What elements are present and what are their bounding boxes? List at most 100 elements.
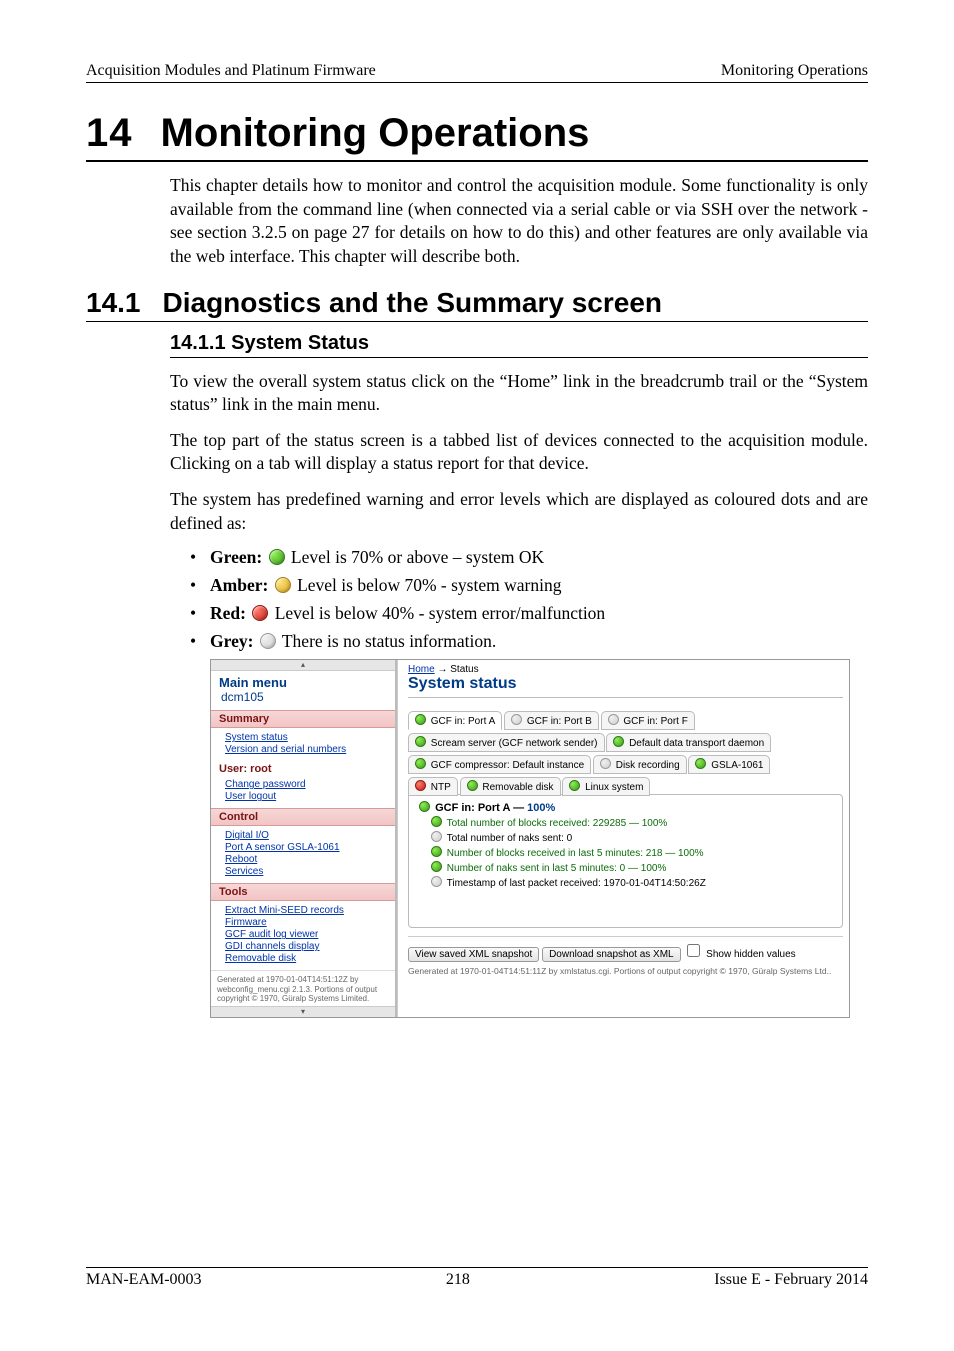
panel-line: Timestamp of last packet received: 1970-… <box>447 878 706 889</box>
green-dot-icon <box>269 549 285 565</box>
status-dot-icon <box>415 736 426 747</box>
level-amber-desc: Level is below 70% - system warning <box>297 575 561 595</box>
tab-label: NTP <box>431 782 451 793</box>
panel-title-text: GCF in: Port A — <box>435 802 527 814</box>
status-dot-icon <box>608 714 619 725</box>
status-dot-icon <box>613 736 624 747</box>
sidebar-item-gcf-audit[interactable]: GCF audit log viewer <box>225 929 387 940</box>
breadcrumb: Home → Status <box>408 664 843 675</box>
scroll-down-icon[interactable]: ▾ <box>211 1006 395 1017</box>
tab-default-data-transport[interactable]: Default data transport daemon <box>606 733 771 752</box>
generated-line: Generated at 1970-01-04T14:51:11Z by xml… <box>408 966 843 976</box>
tab-gcf-port-a[interactable]: GCF in: Port A <box>408 711 502 730</box>
header-left: Acquisition Modules and Platinum Firmwar… <box>86 62 376 80</box>
tab-label: Disk recording <box>616 760 680 771</box>
tab-label: GCF in: Port F <box>623 716 687 727</box>
status-panel: GCF in: Port A — 100% Total number of bl… <box>408 794 843 928</box>
download-snapshot-button[interactable]: Download snapshot as XML <box>542 947 681 962</box>
sidebar-heading-tools: Tools <box>211 883 395 901</box>
section-number: 14.1 <box>86 287 141 319</box>
level-amber-label: Amber: <box>210 575 268 595</box>
panel-line: Number of naks sent in last 5 minutes: 0… <box>447 863 667 874</box>
tab-linux-system[interactable]: Linux system <box>562 777 650 796</box>
tab-label: GCF in: Port B <box>527 716 592 727</box>
show-hidden-label: Show hidden values <box>706 949 796 960</box>
level-green-desc: Level is 70% or above – system OK <box>291 547 544 567</box>
tab-disk-recording[interactable]: Disk recording <box>593 755 687 774</box>
sidebar-item-version[interactable]: Version and serial numbers <box>225 744 387 755</box>
subsection-title: 14.1.1 System Status <box>170 332 868 358</box>
tab-gcf-port-b[interactable]: GCF in: Port B <box>504 711 599 730</box>
level-red-label: Red: <box>210 603 246 623</box>
sidebar-item-gdi-channels[interactable]: GDI channels display <box>225 941 387 952</box>
paragraph-2: The top part of the status screen is a t… <box>170 429 868 476</box>
scroll-up-icon[interactable]: ▴ <box>211 660 395 671</box>
sidebar-item-reboot[interactable]: Reboot <box>225 854 387 865</box>
intro-paragraph: This chapter details how to monitor and … <box>170 174 868 269</box>
tab-gcf-port-f[interactable]: GCF in: Port F <box>601 711 695 730</box>
status-dot-icon <box>431 846 442 857</box>
tab-label: Default data transport daemon <box>629 738 764 749</box>
status-dot-icon <box>511 714 522 725</box>
status-dot-icon <box>415 780 426 791</box>
section-text: Diagnostics and the Summary screen <box>163 287 663 319</box>
sidebar-item-logout[interactable]: User logout <box>225 791 387 802</box>
subsection-text: 14.1.1 System Status <box>170 332 369 354</box>
sidebar-item-extract-miniseed[interactable]: Extract Mini-SEED records <box>225 905 387 916</box>
sidebar-item-services[interactable]: Services <box>225 866 387 877</box>
hostname: dcm105 <box>211 690 395 710</box>
chapter-text: Monitoring Operations <box>161 111 590 156</box>
status-level-list: Green: Level is 70% or above – system OK… <box>190 547 868 652</box>
tab-gsla-1061[interactable]: GSLA-1061 <box>688 755 770 774</box>
level-red: Red: Level is below 40% - system error/m… <box>190 603 868 624</box>
page-title: System status <box>408 675 843 698</box>
status-dot-icon <box>415 758 426 769</box>
sidebar-item-system-status[interactable]: System status <box>225 732 387 743</box>
tab-ntp[interactable]: NTP <box>408 777 458 796</box>
panel-line: Total number of blocks received: 229285 … <box>447 818 668 829</box>
panel-title-pct: 100% <box>527 802 555 814</box>
chapter-title: 14 Monitoring Operations <box>86 111 868 162</box>
chapter-number: 14 <box>86 111 133 156</box>
view-snapshot-button[interactable]: View saved XML snapshot <box>408 947 539 962</box>
tab-label: GCF compressor: Default instance <box>431 760 584 771</box>
footer-right: Issue E - February 2014 <box>714 1271 868 1289</box>
show-hidden-checkbox[interactable] <box>687 944 700 957</box>
embedded-screenshot: ▴ Main menu dcm105 Summary System status… <box>210 659 850 1018</box>
sidebar-footer: Generated at 1970-01-04T14:51:12Z by web… <box>211 970 395 1006</box>
status-dot-icon <box>431 831 442 842</box>
tab-label: Linux system <box>585 782 643 793</box>
status-dot-icon <box>415 714 426 725</box>
tab-label: Removable disk <box>482 782 553 793</box>
sidebar-heading-control: Control <box>211 808 395 826</box>
sidebar-item-firmware[interactable]: Firmware <box>225 917 387 928</box>
panel-line: Number of blocks received in last 5 minu… <box>447 848 704 859</box>
footer-left: MAN-EAM-0003 <box>86 1271 202 1289</box>
paragraph-1: To view the overall system status click … <box>170 370 868 417</box>
grey-dot-icon <box>260 633 276 649</box>
red-dot-icon <box>252 605 268 621</box>
sidebar-item-change-password[interactable]: Change password <box>225 779 387 790</box>
tab-removable-disk[interactable]: Removable disk <box>460 777 561 796</box>
tab-label: Scream server (GCF network sender) <box>431 738 598 749</box>
status-dot-icon <box>431 861 442 872</box>
level-green: Green: Level is 70% or above – system OK <box>190 547 868 568</box>
sidebar-item-port-a-sensor[interactable]: Port A sensor GSLA-1061 <box>225 842 387 853</box>
sidebar-item-removable-disk[interactable]: Removable disk <box>225 953 387 964</box>
amber-dot-icon <box>275 577 291 593</box>
footer-center: 218 <box>446 1271 470 1289</box>
breadcrumb-tail: → Status <box>435 664 479 675</box>
status-dot-icon <box>600 758 611 769</box>
level-green-label: Green: <box>210 547 262 567</box>
status-dot-icon <box>431 876 442 887</box>
sidebar-item-digital-io[interactable]: Digital I/O <box>225 830 387 841</box>
level-grey-label: Grey: <box>210 631 253 651</box>
level-red-desc: Level is below 40% - system error/malfun… <box>275 603 605 623</box>
tab-gcf-compressor[interactable]: GCF compressor: Default instance <box>408 755 591 774</box>
section-title: 14.1 Diagnostics and the Summary screen <box>86 287 868 322</box>
status-dot-icon <box>431 816 442 827</box>
breadcrumb-home[interactable]: Home <box>408 664 435 675</box>
tab-scream-server[interactable]: Scream server (GCF network sender) <box>408 733 605 752</box>
level-amber: Amber: Level is below 70% - system warni… <box>190 575 868 596</box>
tab-label: GCF in: Port A <box>431 716 495 727</box>
